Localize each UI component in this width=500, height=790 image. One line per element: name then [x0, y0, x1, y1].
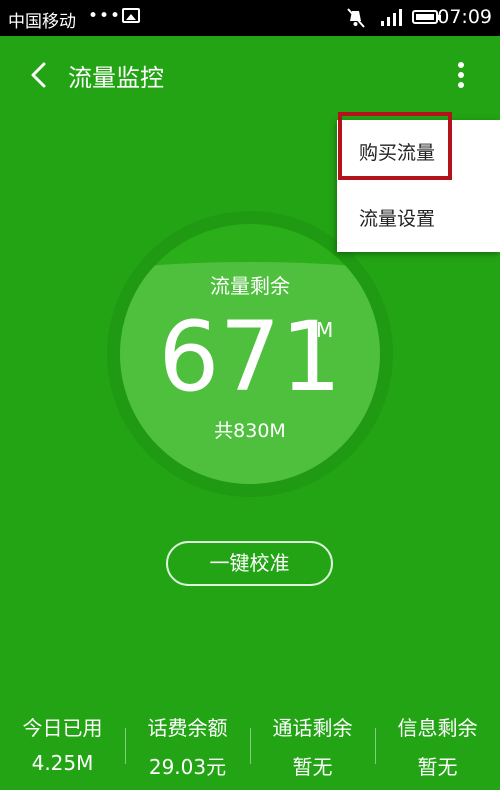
back-icon[interactable] — [24, 58, 54, 92]
stat-label: 通话剩余 — [272, 716, 353, 740]
overflow-menu: 购买流量 流量设置 — [337, 120, 500, 252]
stat-value: 暂无 — [417, 755, 458, 779]
more-options-icon[interactable] — [446, 58, 476, 92]
stat-label: 信息剩余 — [397, 716, 478, 740]
page-title: 流量监控 — [68, 64, 164, 92]
menu-item-data-settings[interactable]: 流量设置 — [337, 186, 500, 252]
battery-icon — [412, 10, 441, 24]
mute-icon — [347, 8, 365, 28]
stats-bar: 今日已用 4.25M 话费余额 29.03元 通话剩余 暂无 信息剩余 暂无 — [0, 700, 500, 790]
carrier-name: 中国移动 — [8, 12, 76, 32]
image-icon — [122, 8, 140, 23]
calibrate-button[interactable]: 一键校准 — [166, 541, 333, 586]
clock: 07:09 — [437, 6, 492, 28]
stat-today-used[interactable]: 今日已用 4.25M — [0, 712, 125, 775]
status-bar: 中国移动 ••• 07:09 — [0, 0, 500, 36]
remaining-label: 流量剩余 — [210, 274, 290, 298]
stat-value: 29.03元 — [148, 755, 227, 779]
app-bar: 流量监控 — [0, 36, 500, 114]
remaining-value: 671 — [158, 301, 342, 413]
notification-dots: ••• — [88, 6, 122, 26]
remaining-unit: M — [316, 318, 334, 342]
menu-item-buy-data[interactable]: 购买流量 — [337, 120, 500, 186]
stat-label: 话费余额 — [147, 716, 228, 740]
stat-phone-balance[interactable]: 话费余额 29.03元 — [125, 712, 250, 780]
signal-icon — [381, 9, 402, 26]
stat-sms-remaining[interactable]: 信息剩余 暂无 — [375, 712, 500, 780]
stat-label: 今日已用 — [22, 716, 103, 740]
total-quota: 共830M — [214, 420, 286, 442]
stat-value: 4.25M — [31, 751, 94, 775]
stat-value: 暂无 — [292, 755, 333, 779]
stat-call-remaining[interactable]: 通话剩余 暂无 — [250, 712, 375, 780]
